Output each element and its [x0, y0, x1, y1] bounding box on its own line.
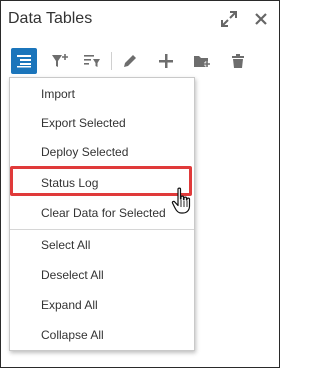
menu-item-label: Expand All	[41, 298, 98, 312]
menu-divider	[10, 229, 194, 230]
filter-list-icon	[84, 55, 100, 67]
delete-button[interactable]	[225, 48, 251, 74]
menu-item-deselect-all[interactable]: Deselect All	[10, 261, 194, 289]
menu-item-select-all[interactable]: Select All	[10, 231, 194, 259]
menu-item-label: Clear Data for Selected	[41, 206, 166, 220]
menu-item-label: Deselect All	[41, 268, 104, 282]
status-log-highlight	[10, 166, 192, 196]
panel-title: Data Tables	[8, 10, 93, 27]
menu-item-label: Select All	[41, 238, 91, 252]
menu-icon	[17, 55, 31, 68]
add-button[interactable]	[153, 48, 179, 74]
toolbar-divider	[111, 52, 112, 70]
menu-item-import[interactable]: Import	[10, 80, 194, 108]
menu-item-label: Import	[41, 87, 76, 101]
panel-header: Data Tables	[1, 1, 279, 39]
menu-item-deploy-selected[interactable]: Deploy Selected	[10, 138, 194, 166]
plus-icon	[159, 54, 173, 68]
data-tables-panel: Data Tables Import Export Selected Deplo…	[0, 0, 280, 368]
menu-item-expand-all[interactable]: Expand All	[10, 291, 194, 319]
menu-item-label: Collapse All	[41, 328, 104, 342]
hand-cursor-icon	[171, 187, 193, 215]
close-icon[interactable]	[252, 10, 270, 28]
filter-add-icon	[52, 54, 68, 67]
filter-list-button[interactable]	[79, 48, 105, 74]
menu-item-label: Export Selected	[41, 116, 126, 130]
menu-item-collapse-all[interactable]: Collapse All	[10, 321, 194, 349]
menu-item-export-selected[interactable]: Export Selected	[10, 109, 194, 137]
expand-icon[interactable]	[220, 10, 238, 28]
menu-item-label: Deploy Selected	[41, 145, 129, 159]
add-filter-button[interactable]	[47, 48, 73, 74]
folder-add-icon	[194, 56, 210, 67]
trash-icon	[232, 54, 244, 68]
pencil-icon	[124, 55, 136, 67]
actions-menu: Import Export Selected Deploy Selected S…	[9, 77, 195, 351]
menu-item-clear-data[interactable]: Clear Data for Selected	[10, 199, 194, 227]
add-folder-button[interactable]	[189, 48, 215, 74]
edit-button[interactable]	[117, 48, 143, 74]
menu-button[interactable]	[11, 48, 37, 74]
